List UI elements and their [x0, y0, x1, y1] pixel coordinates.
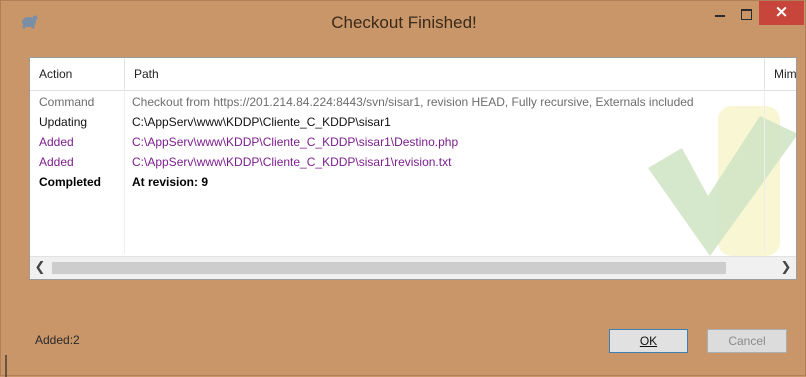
checkout-dialog: Checkout Finished! × Action Path Mim Com… — [0, 0, 806, 377]
row-path: At revision: 9 — [132, 175, 209, 189]
scroll-right-icon[interactable]: ❯ — [776, 257, 796, 279]
table-row[interactable]: Updating C:\AppServ\www\KDDP\Cliente_C_K… — [30, 112, 796, 132]
column-header-action[interactable]: Action — [30, 58, 124, 90]
results-list[interactable]: Action Path Mim Command Checkout from ht… — [29, 57, 797, 280]
close-button[interactable]: × — [759, 1, 804, 25]
cancel-button[interactable]: Cancel — [707, 329, 787, 353]
table-row[interactable]: Added C:\AppServ\www\KDDP\Cliente_C_KDDP… — [30, 132, 796, 152]
list-rows: Command Checkout from https://201.214.84… — [30, 92, 796, 192]
ok-label: OK — [639, 334, 658, 348]
minimize-button[interactable] — [707, 3, 733, 25]
row-path: Checkout from https://201.214.84.224:844… — [132, 95, 694, 109]
maximize-button[interactable] — [733, 3, 759, 25]
status-summary: Added:2 — [35, 333, 80, 347]
edge-marker — [5, 355, 7, 377]
row-action: Updating — [39, 115, 88, 129]
ok-button[interactable]: OK — [609, 329, 688, 353]
window-title: Checkout Finished! — [331, 13, 477, 32]
list-header: Action Path Mim — [30, 58, 796, 91]
close-icon: × — [774, 2, 789, 22]
column-header-path[interactable]: Path — [124, 58, 764, 90]
column-header-mime[interactable]: Mim — [764, 58, 796, 90]
row-path: C:\AppServ\www\KDDP\Cliente_C_KDDP\sisar… — [132, 135, 459, 149]
row-action: Command — [39, 95, 95, 109]
row-action: Completed — [39, 175, 102, 189]
scroll-left-icon[interactable]: ❮ — [30, 257, 50, 279]
row-path: C:\AppServ\www\KDDP\Cliente_C_KDDP\sisar… — [132, 155, 452, 169]
table-row[interactable]: Completed At revision: 9 — [30, 172, 796, 192]
row-action: Added — [39, 155, 74, 169]
table-row[interactable]: Command Checkout from https://201.214.84… — [30, 92, 796, 112]
table-row[interactable]: Added C:\AppServ\www\KDDP\Cliente_C_KDDP… — [30, 152, 796, 172]
row-action: Added — [39, 135, 74, 149]
scrollbar-thumb[interactable] — [52, 262, 726, 274]
horizontal-scrollbar[interactable]: ❮ ❯ — [30, 256, 796, 279]
row-path: C:\AppServ\www\KDDP\Cliente_C_KDDP\sisar… — [132, 115, 391, 129]
title-bar[interactable]: Checkout Finished! × — [1, 1, 806, 43]
